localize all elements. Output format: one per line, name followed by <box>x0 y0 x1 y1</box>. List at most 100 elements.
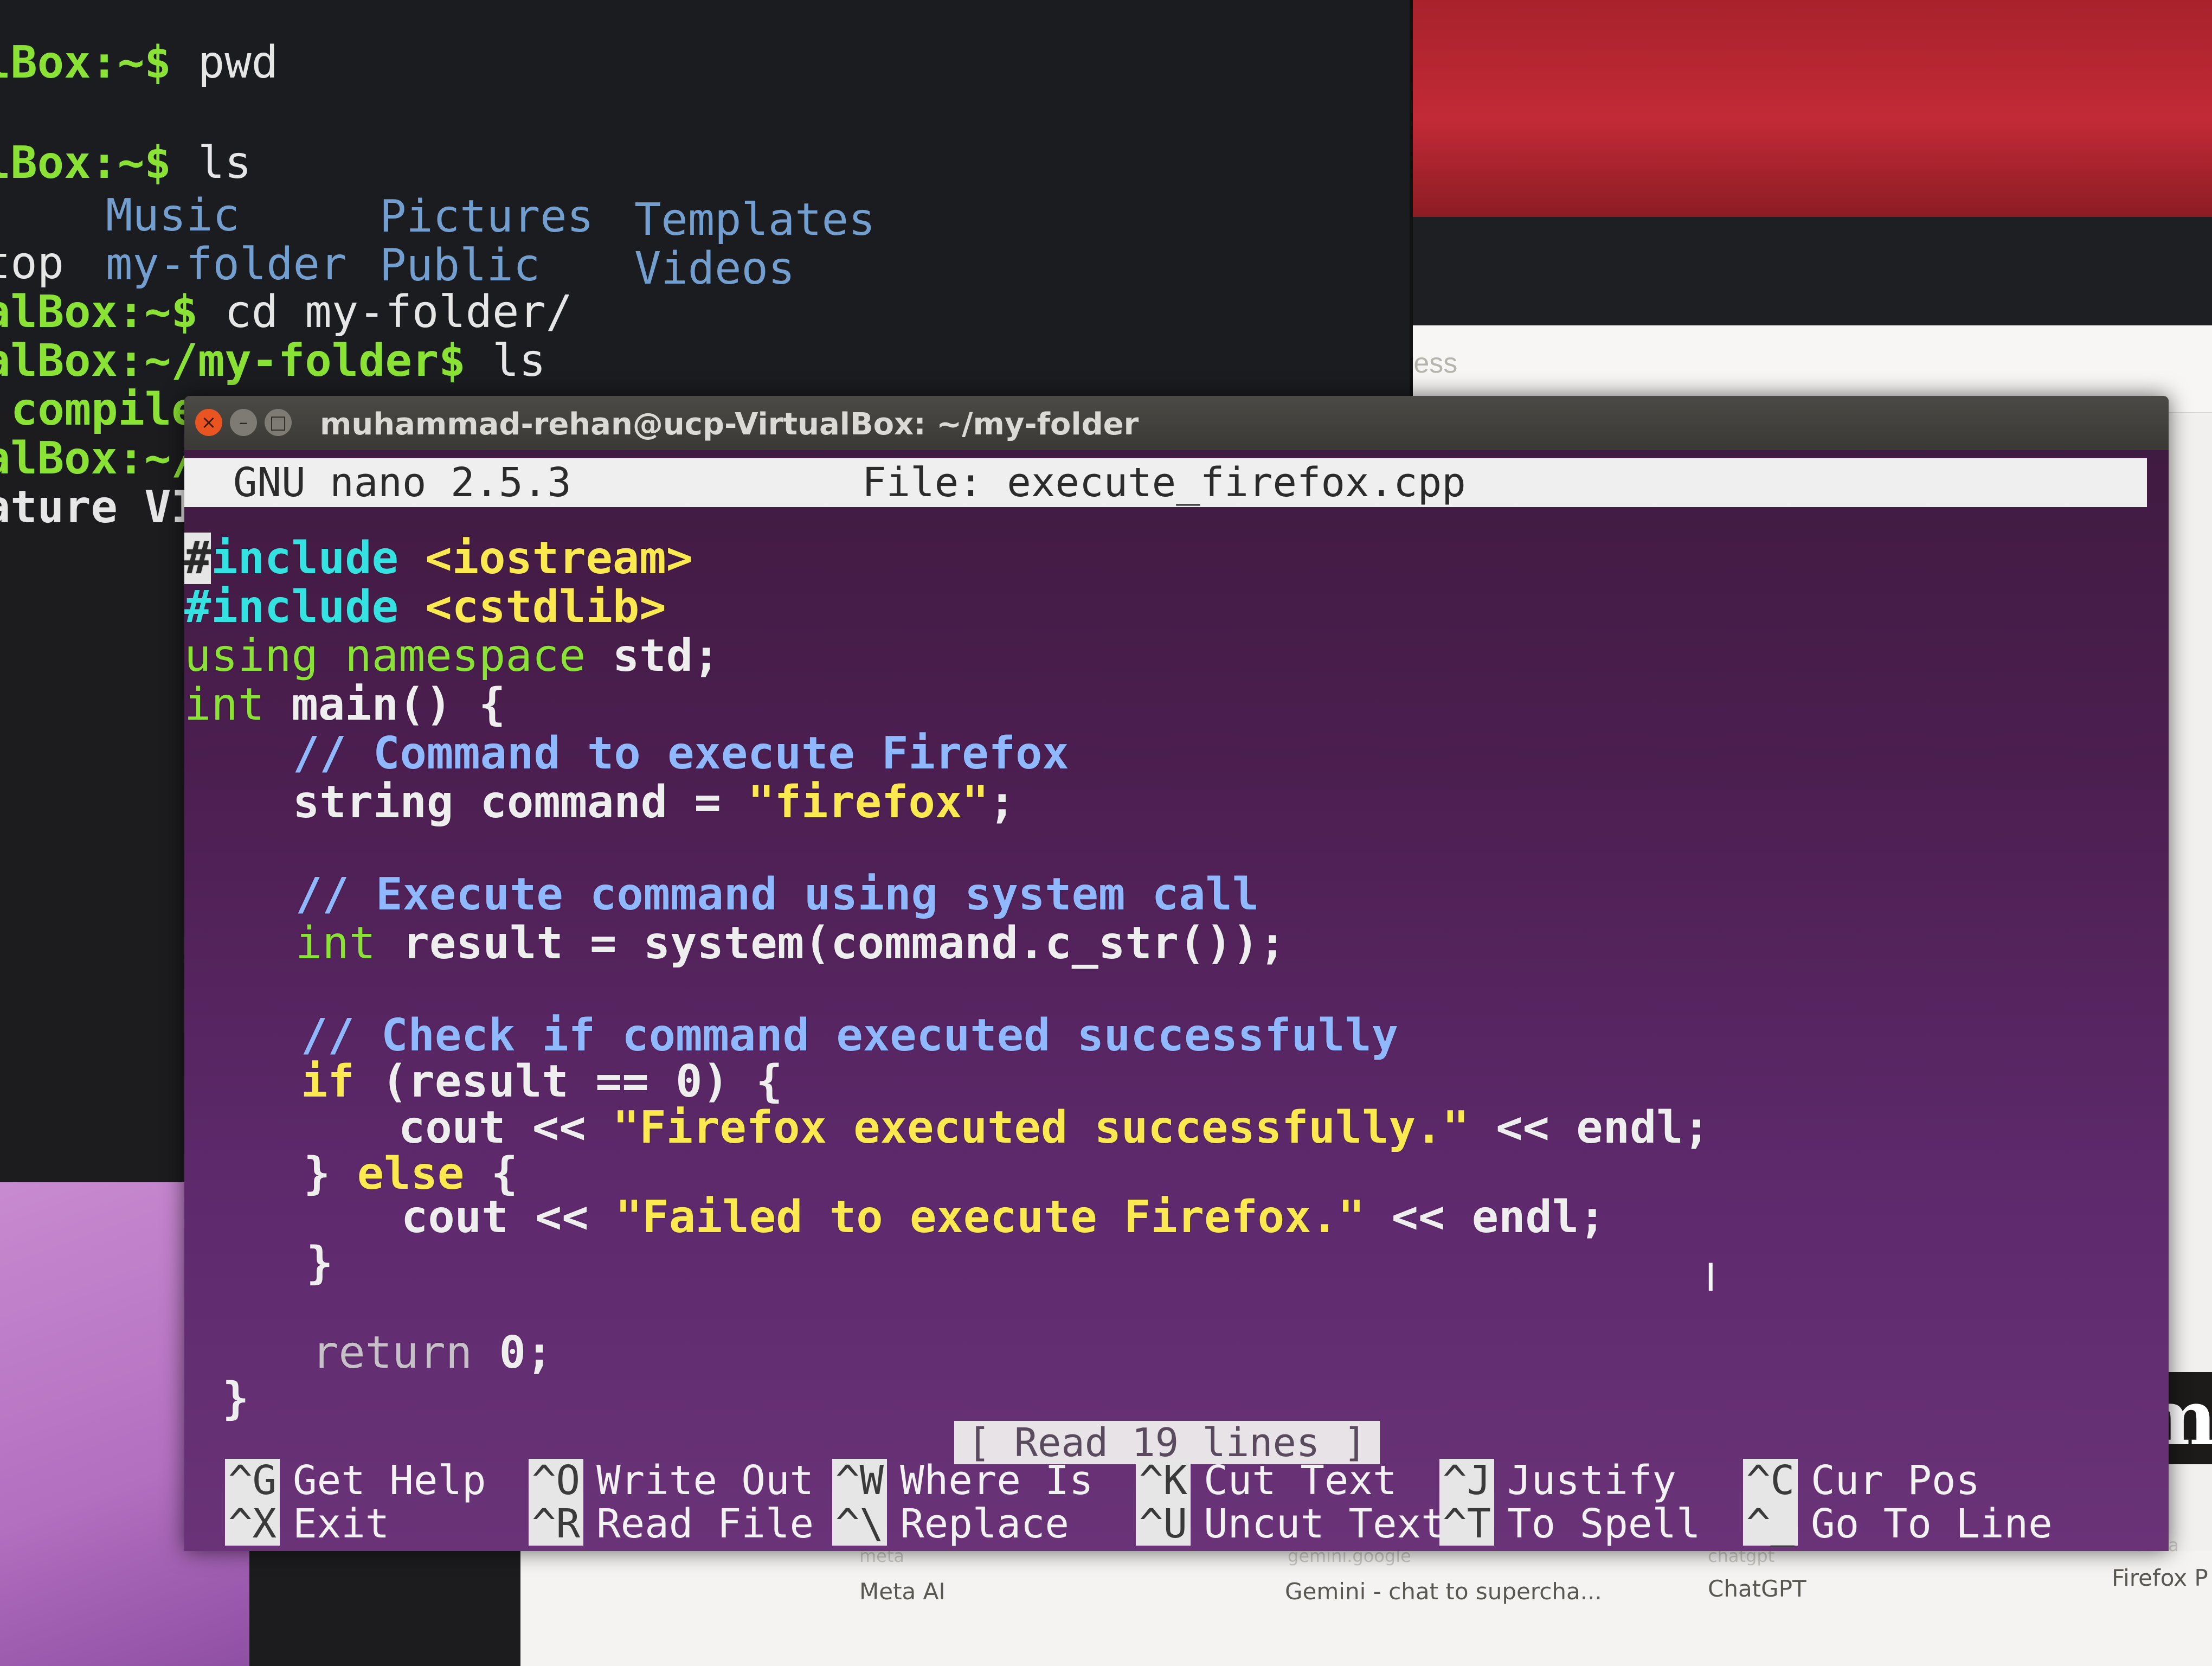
code-line-15: cout << "Failed to execute Firefox." << … <box>401 1193 1606 1242</box>
shortcut-key: ^O <box>529 1459 584 1502</box>
browser-toolbar <box>1410 217 2212 325</box>
shortcut-replace[interactable]: ^\ Replace <box>832 1502 1069 1546</box>
window-titlebar[interactable]: × – □ muhammad-rehan@ucp-VirtualBox: ~/m… <box>184 396 2169 450</box>
terminal-line: lBox:~$ ls <box>0 138 252 188</box>
code-header: <iostream> <box>425 533 693 584</box>
code-text: (result == 0) { <box>354 1056 783 1107</box>
terminal-command: ls <box>171 137 252 189</box>
background-terminal: lBox:~$ pwd lBox:~$ ls Music Pictures Te… <box>0 0 1413 412</box>
terminal-line: alBox:~/my-folder$ ls <box>0 336 546 386</box>
code-line-4: int main() { <box>184 681 505 729</box>
shortcut-label: Where Is <box>900 1457 1094 1504</box>
code-line-19: } <box>222 1373 249 1425</box>
terminal-command: pwd <box>171 37 279 88</box>
shortcut-write-out[interactable]: ^O Write Out <box>529 1459 814 1502</box>
shortcut-exit[interactable]: ^X Exit <box>225 1502 389 1546</box>
text-cursor-block: # <box>184 533 211 584</box>
close-icon: × <box>201 412 217 433</box>
bookmark-meta-ai[interactable]: Meta AI <box>859 1578 946 1605</box>
minimize-button[interactable]: – <box>230 409 257 436</box>
shortcut-key: ^R <box>529 1502 584 1546</box>
code-string: "Firefox executed successfully." <box>612 1102 1469 1154</box>
maximize-button[interactable]: □ <box>265 409 292 436</box>
code-keyword: int <box>295 918 376 969</box>
shortcut-label: Get Help <box>293 1457 486 1504</box>
shortcut-key: ^X <box>225 1502 280 1546</box>
dir-entry: Videos <box>634 243 795 294</box>
dir-entry: Pictures <box>380 191 594 242</box>
shortcut-key: ^T <box>1439 1502 1495 1546</box>
dir-entry: Templates <box>634 194 876 246</box>
code-string: "firefox" <box>748 777 989 828</box>
code-line-5: // Command to execute Firefox <box>293 728 1069 779</box>
shortcut-label: Uncut Text <box>1204 1501 1445 1547</box>
bookmark-firefox[interactable]: Firefox P <box>2112 1565 2208 1591</box>
dir-entry: Public <box>380 240 541 291</box>
code-line-1: #include <iostream> <box>184 533 693 584</box>
shortcut-label: To Spell <box>1507 1501 1701 1547</box>
code-text: ; <box>988 777 1015 828</box>
code-text: string command = <box>293 777 748 828</box>
terminal-fragment: compile <box>11 384 198 435</box>
maximize-icon: □ <box>269 412 287 433</box>
nano-version: GNU nano 2.5.3 <box>233 459 571 506</box>
code-keyword: #include <box>184 581 398 633</box>
shortcut-go-to-line[interactable]: ^_ Go To Line <box>1743 1502 2053 1546</box>
nano-header-bar: GNU nano 2.5.3 File: execute_firefox.cpp <box>184 458 2147 507</box>
code-line-12: if (result == 0) { <box>301 1058 783 1106</box>
shortcut-key: ^_ <box>1743 1502 1798 1546</box>
code-text: main() { <box>265 679 506 731</box>
code-line-6: string command = "firefox"; <box>293 778 1015 827</box>
terminal-line: alBox:~$ cd my-folder/ <box>0 287 573 337</box>
shortcut-key: ^U <box>1136 1502 1191 1546</box>
bookmarks-bar <box>520 1551 2212 1666</box>
code-text: std; <box>586 630 720 682</box>
minimize-icon: – <box>239 412 248 433</box>
code-keyword: return <box>312 1327 473 1379</box>
shortcut-label: Cut Text <box>1204 1457 1397 1504</box>
code-text: } <box>304 1148 357 1200</box>
browser-header-banner <box>1410 0 2212 217</box>
terminal-line: lBox:~$ pwd <box>0 38 278 88</box>
shortcut-cut-text[interactable]: ^K Cut Text <box>1136 1459 1397 1502</box>
terminal-command: cd my-folder/ <box>197 286 573 338</box>
screen: ress meta Meta AI gemini.google Gemini -… <box>0 0 2212 1666</box>
code-keyword: include <box>211 533 398 584</box>
shortcut-label: Cur Pos <box>1811 1457 1980 1504</box>
nano-terminal-window[interactable]: × – □ muhammad-rehan@ucp-VirtualBox: ~/m… <box>184 396 2169 1551</box>
shortcut-label: Write Out <box>596 1457 814 1504</box>
mouse-ibeam-icon: I <box>1705 1255 1716 1300</box>
shortcut-label: Read File <box>596 1501 814 1547</box>
dir-entry: Music <box>106 190 240 241</box>
terminal-fragment: ature VI <box>0 482 198 533</box>
code-keyword: using namespace <box>184 630 586 682</box>
terminal-prompt: alBox:~/ <box>0 433 198 484</box>
code-header: <cstdlib> <box>425 581 666 633</box>
shortcut-read-file[interactable]: ^R Read File <box>529 1502 814 1546</box>
code-text: 0; <box>472 1327 553 1379</box>
shortcut-label: Go To Line <box>1811 1501 2053 1547</box>
bookmark-chatgpt[interactable]: ChatGPT <box>1708 1575 1806 1602</box>
shortcut-key: ^W <box>832 1459 888 1502</box>
close-button[interactable]: × <box>195 409 222 436</box>
shortcut-label: Justify <box>1507 1457 1676 1504</box>
nano-filename: File: execute_firefox.cpp <box>862 459 1466 506</box>
terminal-command: ls <box>465 335 546 387</box>
shortcut-get-help[interactable]: ^G Get Help <box>225 1459 486 1502</box>
shortcut-uncut-text[interactable]: ^U Uncut Text <box>1136 1502 1445 1546</box>
code-line-8: // Execute command using system call <box>295 869 1259 920</box>
shortcut-where-is[interactable]: ^W Where Is <box>832 1459 1094 1502</box>
nano-shortcut-bar: ^G Get Help ^X Exit ^O Write Out ^R Read Fil… <box>225 1459 2155 1551</box>
terminal-prompt: alBox:~/my-folder$ <box>0 335 466 387</box>
shortcut-key: ^C <box>1743 1459 1798 1502</box>
bookmark-gemini[interactable]: Gemini - chat to supercha... <box>1285 1578 1602 1605</box>
shortcut-justify[interactable]: ^J Justify <box>1439 1459 1676 1502</box>
code-text: cout << <box>398 1102 613 1154</box>
terminal-prompt: alBox:~$ <box>0 286 198 338</box>
terminal-prompt: lBox:~$ <box>0 137 171 189</box>
code-line-16: } <box>306 1238 333 1289</box>
code-line-2: #include <cstdlib> <box>184 583 666 632</box>
shortcut-to-spell[interactable]: ^T To Spell <box>1439 1502 1701 1546</box>
shortcut-cur-pos[interactable]: ^C Cur Pos <box>1743 1459 1980 1502</box>
code-line-9: int result = system(command.c_str()); <box>295 919 1286 968</box>
